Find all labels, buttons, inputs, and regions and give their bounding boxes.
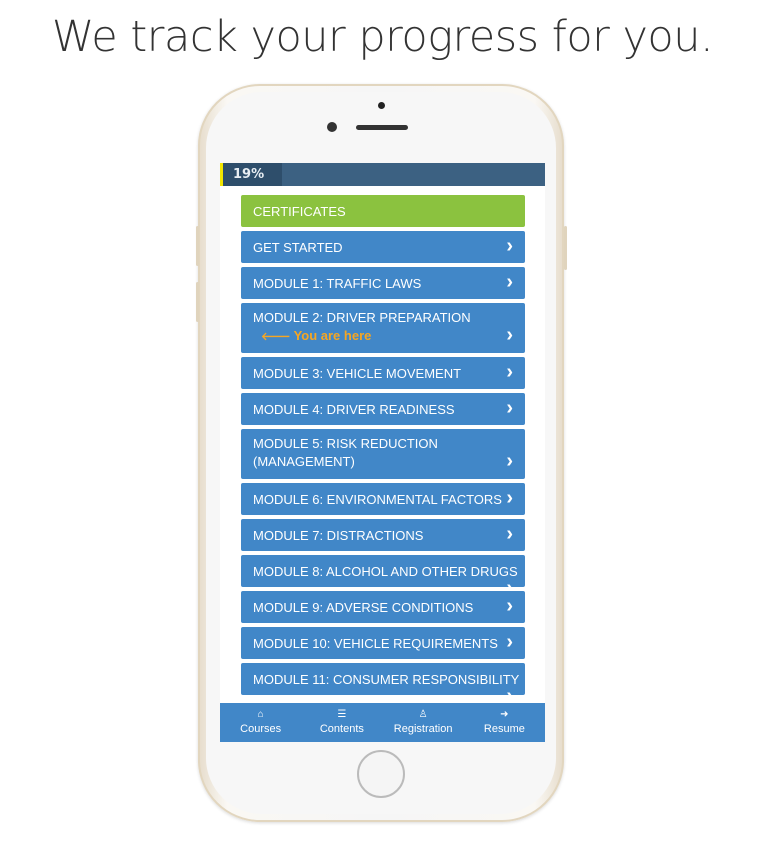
menu-item-label: MODULE 3: VEHICLE MOVEMENT bbox=[253, 366, 462, 381]
headline: We track your progress for you. bbox=[51, 12, 714, 62]
chevron-right-icon: › bbox=[506, 523, 513, 545]
menu-item-label: GET STARTED bbox=[253, 240, 343, 255]
home-icon: ⌂ bbox=[257, 709, 264, 720]
menu-item-label: MODULE 1: TRAFFIC LAWS bbox=[253, 276, 422, 291]
arrow-left-icon: 🡐 bbox=[261, 331, 294, 343]
you-are-here-marker: 🡐 You are here bbox=[253, 327, 495, 346]
arrow-right-icon: ➜ bbox=[500, 709, 509, 720]
menu-item[interactable]: MODULE 9: ADVERSE CONDITIONS › bbox=[241, 591, 525, 623]
nav-label: Contents bbox=[319, 723, 364, 735]
menu-item-label: MODULE 5: RISK REDUCTION (MANAGEMENT) bbox=[253, 436, 438, 469]
progress-label: 19% bbox=[233, 167, 265, 182]
menu-item-label: MODULE 10: VEHICLE REQUIREMENTS bbox=[253, 636, 498, 651]
menu-item[interactable]: MODULE 3: VEHICLE MOVEMENT › bbox=[241, 357, 525, 389]
nav-courses[interactable]: ⌂ Courses bbox=[220, 703, 301, 742]
menu-item-certificates[interactable]: CERTIFICATES bbox=[241, 195, 525, 227]
menu-item[interactable]: MODULE 5: RISK REDUCTION (MANAGEMENT) › bbox=[241, 429, 525, 479]
progress-bar: 19% bbox=[220, 163, 545, 186]
phone-screen: 19% CERTIFICATES GET STARTED › MODULE 1: TR… bbox=[220, 163, 545, 742]
menu-item[interactable]: GET STARTED › bbox=[241, 231, 525, 263]
chevron-right-icon: › bbox=[506, 324, 513, 346]
menu-item[interactable]: MODULE 6: ENVIRONMENTAL FACTORS › bbox=[241, 483, 525, 515]
camera-icon bbox=[327, 122, 337, 132]
menu-item-label: CERTIFICATES bbox=[253, 204, 346, 219]
chevron-right-icon: › bbox=[506, 595, 513, 617]
chevron-right-icon: › bbox=[506, 397, 513, 419]
chevron-right-icon: › bbox=[506, 235, 513, 257]
chevron-right-icon: › bbox=[506, 361, 513, 383]
chevron-right-icon: › bbox=[506, 578, 513, 587]
bottom-nav: ⌂ Courses ☰ Contents ♙ Registration ➜ Resume bbox=[220, 703, 545, 742]
menu-item-label: MODULE 6: ENVIRONMENTAL FACTORS bbox=[253, 492, 502, 507]
menu-item-label: MODULE 11: CONSUMER RESPONSIBILITY bbox=[253, 672, 520, 687]
nav-label: Registration bbox=[393, 723, 453, 735]
menu-item-label: MODULE 8: ALCOHOL AND OTHER DRUGS bbox=[253, 564, 518, 579]
menu-item-label: MODULE 4: DRIVER READINESS bbox=[253, 402, 455, 417]
menu-item-label: MODULE 9: ADVERSE CONDITIONS bbox=[253, 600, 474, 615]
menu-item-label: MODULE 7: DISTRACTIONS bbox=[253, 528, 424, 543]
speaker-icon bbox=[356, 125, 408, 130]
module-menu: CERTIFICATES GET STARTED › MODULE 1: TRAFFI… bbox=[241, 195, 525, 695]
nav-label: Courses bbox=[240, 723, 282, 735]
menu-item[interactable]: MODULE 4: DRIVER READINESS › bbox=[241, 393, 525, 425]
menu-item-label: MODULE 2: DRIVER PREPARATION bbox=[253, 310, 471, 325]
user-icon: ♙ bbox=[418, 709, 428, 720]
volume-down-button bbox=[196, 282, 199, 322]
home-button[interactable] bbox=[357, 750, 405, 798]
chevron-right-icon: › bbox=[506, 631, 513, 653]
chevron-right-icon: › bbox=[506, 450, 513, 472]
nav-resume[interactable]: ➜ Resume bbox=[464, 703, 545, 742]
list-icon: ☰ bbox=[337, 709, 347, 720]
chevron-right-icon: › bbox=[506, 686, 513, 695]
volume-up-button bbox=[196, 226, 199, 266]
menu-item[interactable]: MODULE 2: DRIVER PREPARATION 🡐 You are he… bbox=[241, 303, 525, 353]
menu-item[interactable]: MODULE 8: ALCOHOL AND OTHER DRUGS› bbox=[241, 555, 525, 587]
nav-label: Resume bbox=[483, 723, 525, 735]
chevron-right-icon: › bbox=[506, 271, 513, 293]
menu-item[interactable]: MODULE 11: CONSUMER RESPONSIBILITY› bbox=[241, 663, 525, 695]
power-button bbox=[564, 226, 567, 270]
menu-item[interactable]: MODULE 7: DISTRACTIONS › bbox=[241, 519, 525, 551]
menu-item[interactable]: MODULE 1: TRAFFIC LAWS › bbox=[241, 267, 525, 299]
chevron-right-icon: › bbox=[506, 487, 513, 509]
nav-contents[interactable]: ☰ Contents bbox=[301, 703, 382, 742]
marker-text: You are here bbox=[293, 328, 372, 343]
nav-registration[interactable]: ♙ Registration bbox=[383, 703, 464, 742]
sensor-icon bbox=[378, 102, 385, 109]
menu-item[interactable]: MODULE 10: VEHICLE REQUIREMENTS › bbox=[241, 627, 525, 659]
